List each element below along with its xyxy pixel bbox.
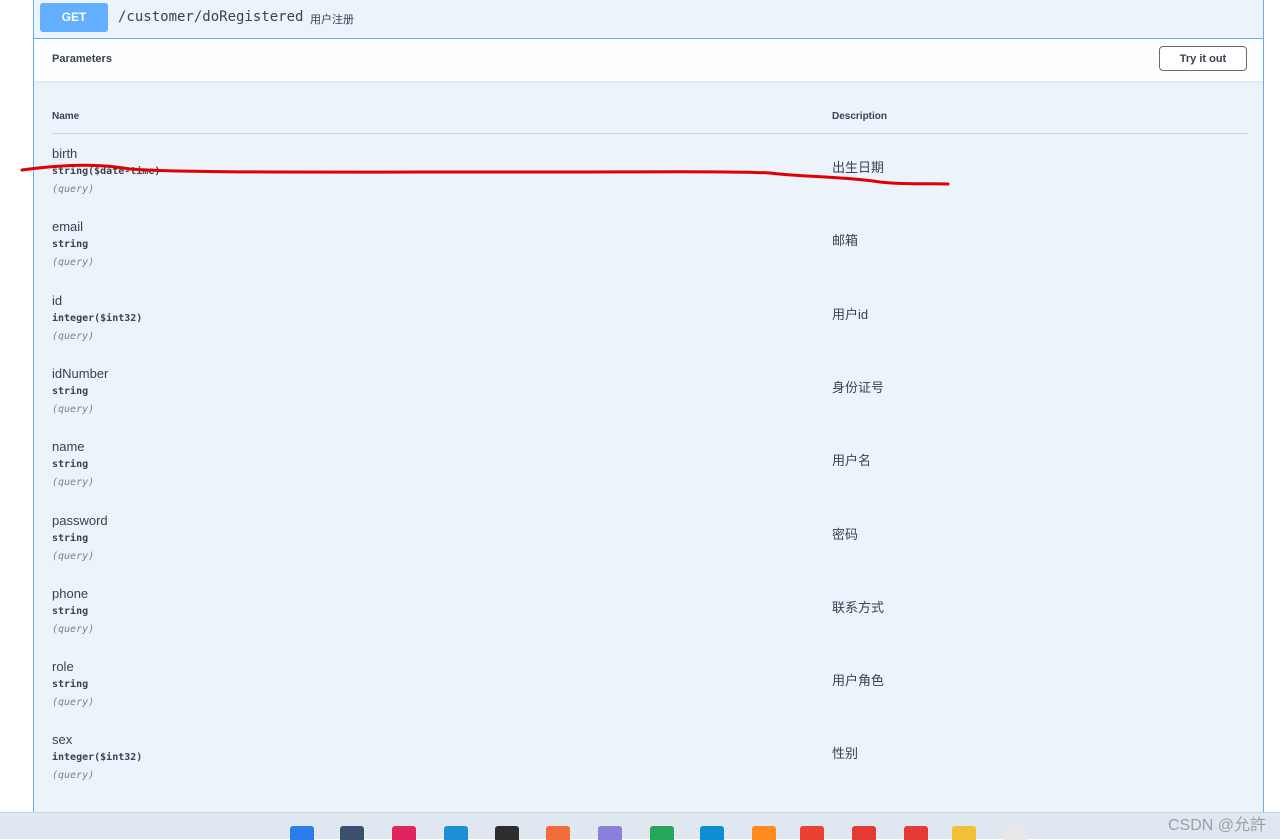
parameter-location: (query) (52, 403, 95, 415)
document-icon[interactable] (1003, 826, 1027, 840)
parameter-name: id (52, 292, 63, 308)
parameter-name: role (52, 659, 74, 675)
xshell-icon[interactable] (852, 826, 876, 840)
file-explorer-icon[interactable] (340, 826, 364, 840)
parameter-name: birth (52, 146, 78, 161)
parameter-description: 身份证号 (832, 379, 885, 395)
method-badge: GET (40, 3, 108, 32)
parameter-location: (query) (52, 330, 95, 342)
csdn-watermark: CSDN @允許 (1167, 817, 1266, 834)
parameter-type: integer($int32) (52, 752, 143, 764)
parameter-type: string (52, 385, 89, 397)
toolbox-icon[interactable] (444, 826, 468, 840)
parameter-row: sex integer($int32) (query) 性别 (34, 732, 1263, 805)
parameter-description: 性别 (832, 746, 859, 762)
parameter-type: string (52, 459, 89, 471)
parameter-type: integer($int32) (52, 312, 143, 324)
endpoint-summary: 用户注册 (310, 14, 354, 26)
parameter-description: 用户角色 (832, 673, 885, 689)
parameter-location: (query) (52, 550, 95, 562)
parameter-row: id integer($int32) (query) 用户id (34, 293, 1263, 366)
parameter-name: password (52, 512, 108, 528)
postman-icon[interactable] (546, 826, 570, 840)
firefox-icon[interactable] (752, 826, 776, 840)
parameter-description: 用户id (832, 306, 869, 322)
windows-start-icon[interactable] (290, 826, 314, 840)
parameter-location: (query) (52, 257, 95, 269)
parameter-location: (query) (52, 697, 95, 709)
edge-icon[interactable] (700, 826, 724, 840)
endpoint-path: /customer/doRegistered (118, 9, 304, 25)
parameter-description: 密码 (832, 526, 859, 542)
parameter-row: email string (query) 邮箱 (34, 219, 1263, 292)
try-it-out-button[interactable]: Try it out (1159, 46, 1247, 71)
parameter-row: birth string($date-time) (query) 出生日期 (34, 146, 1263, 219)
parameters-header: Parameters Try it out (34, 39, 1263, 81)
parameter-row: name string (query) 用户名 (34, 439, 1263, 512)
intellij-icon[interactable] (392, 826, 416, 840)
xftp-icon[interactable] (904, 826, 928, 840)
taskbar (0, 812, 1280, 840)
parameter-location: (query) (52, 770, 95, 782)
parameter-type: string (52, 532, 89, 544)
parameter-type: string (52, 239, 89, 251)
parameter-type: string (52, 605, 89, 617)
parameters-title: Parameters (52, 53, 112, 65)
parameter-description: 邮箱 (832, 233, 859, 249)
parameter-type: string($date-time) (52, 166, 161, 177)
hbuilder-icon[interactable] (650, 826, 674, 840)
parameter-description: 联系方式 (832, 599, 885, 615)
table-header-divider (52, 133, 1248, 134)
parameter-description: 用户名 (832, 453, 872, 469)
chrome-icon[interactable] (800, 826, 824, 840)
parameter-type: string (52, 679, 89, 691)
column-header-name: Name (52, 111, 80, 122)
operation-summary[interactable]: GET /customer/doRegistered 用户注册 (34, 0, 1263, 39)
parameter-row: password string (query) 密码 (34, 513, 1263, 586)
parameter-location: (query) (52, 477, 95, 489)
operation-block: GET /customer/doRegistered 用户注册 Paramete… (33, 0, 1264, 812)
parameter-location: (query) (52, 623, 95, 635)
terminal-icon[interactable] (495, 826, 519, 840)
parameter-name: email (52, 219, 84, 235)
parameter-name: phone (52, 585, 89, 601)
parameter-row: phone string (query) 联系方式 (34, 586, 1263, 659)
parameter-name: idNumber (52, 365, 109, 381)
folder-icon[interactable] (952, 826, 976, 840)
column-header-description: Description (832, 111, 888, 122)
parameter-description: 出生日期 (832, 160, 885, 175)
parameter-location: (query) (52, 184, 95, 195)
parameter-name: name (52, 439, 85, 455)
parameter-row: role string (query) 用户角色 (34, 659, 1263, 732)
flask-icon[interactable] (598, 826, 622, 840)
parameter-row: idNumber string (query) 身份证号 (34, 366, 1263, 439)
parameter-name: sex (52, 732, 73, 748)
